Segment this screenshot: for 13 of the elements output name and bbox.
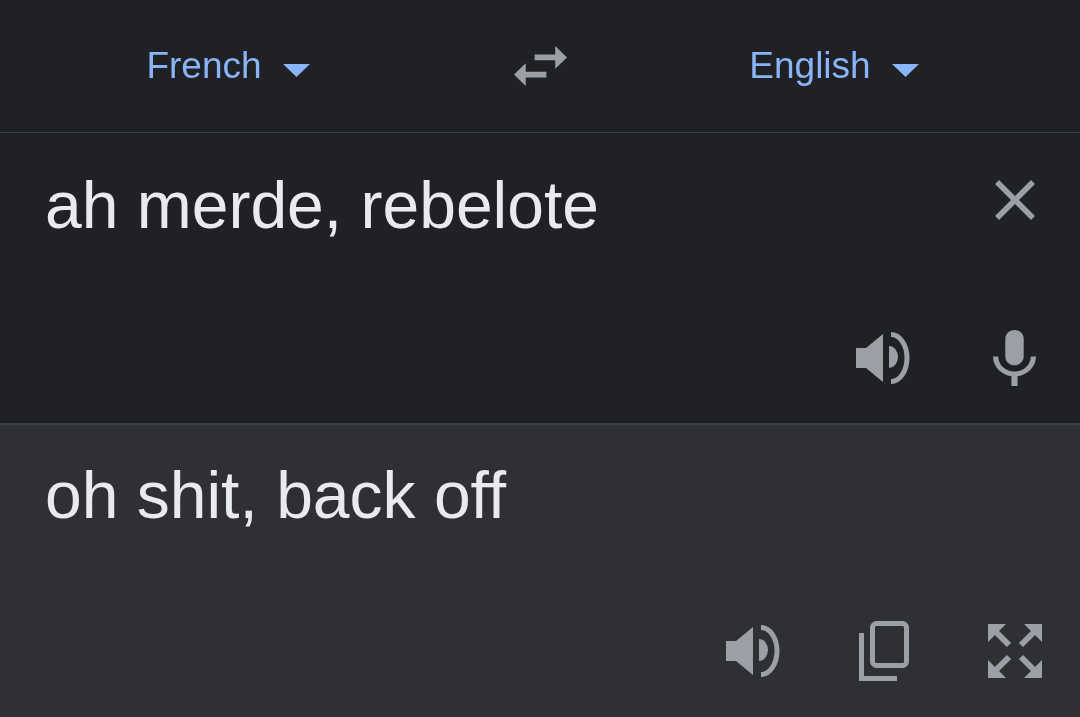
swap-arrows-icon[interactable] — [513, 46, 567, 86]
copy-icon[interactable] — [859, 621, 909, 681]
source-text-field[interactable]: ah merde, rebelote — [45, 167, 599, 243]
close-icon[interactable] — [995, 180, 1035, 220]
speaker-icon[interactable] — [726, 625, 780, 677]
speaker-icon[interactable] — [856, 332, 910, 384]
microphone-icon[interactable] — [993, 330, 1036, 386]
translation-text: oh shit, back off — [45, 457, 507, 533]
caret-icon[interactable] — [891, 63, 919, 77]
fullscreen-icon[interactable] — [988, 624, 1042, 678]
source-language-dropdown[interactable]: French — [146, 44, 310, 88]
target-language-dropdown[interactable]: English — [749, 44, 919, 88]
caret-icon[interactable] — [282, 63, 310, 77]
